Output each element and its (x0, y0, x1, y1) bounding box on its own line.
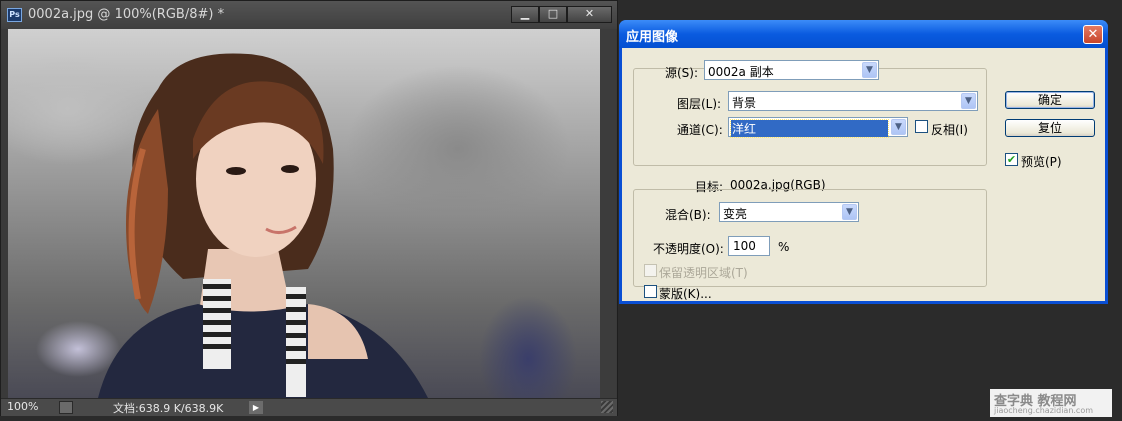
document-title: 0002a.jpg @ 100%(RGB/8#) * (28, 7, 225, 22)
source-select[interactable]: 0002a 副本 ▼ (704, 60, 879, 80)
chevron-down-icon: ▼ (891, 119, 906, 135)
status-menu-arrow-icon[interactable]: ▶ (249, 401, 263, 414)
site-watermark: 查字典 教程网 jiaocheng.chazidian.com (990, 389, 1112, 417)
blending-value: 变亮 (723, 207, 748, 221)
status-info-icon[interactable] (59, 401, 73, 414)
opacity-value: 100 (733, 239, 756, 253)
source-value: 0002a 副本 (708, 65, 774, 79)
maximize-icon: □ (547, 7, 559, 20)
canvas-image[interactable] (8, 29, 600, 398)
mask-checkbox[interactable] (644, 285, 657, 298)
preserve-transparency-label: 保留透明区域(T) (659, 266, 748, 280)
mask-label[interactable]: 蒙版(K)... (659, 285, 712, 302)
dialog-close-button[interactable]: ✕ (1083, 25, 1103, 44)
document-size-info: 文档:638.9 K/638.9K (113, 402, 224, 415)
dialog-body: 源(S): 0002a 副本 ▼ 图层(L): 背景 ▼ 通道(C): 洋红 ▼… (622, 48, 1105, 301)
checkmark-icon: ✔ (1006, 153, 1017, 166)
chevron-down-icon: ▼ (842, 204, 857, 220)
document-window: Ps 0002a.jpg @ 100%(RGB/8#) * ▁ □ ✕ 100%… (0, 0, 618, 416)
zoom-level-field[interactable]: 100% (7, 400, 38, 413)
opacity-unit: % (778, 240, 790, 254)
close-icon: ✕ (584, 7, 595, 20)
dialog-titlebar[interactable]: 应用图像 ✕ (619, 20, 1108, 48)
ok-button[interactable]: 确定 (1005, 91, 1095, 109)
layer-value: 背景 (732, 96, 757, 110)
invert-label: 反相(I) (931, 123, 968, 137)
channel-select[interactable]: 洋红 ▼ (728, 117, 908, 138)
close-icon: ✕ (1087, 27, 1099, 42)
photoshop-app-icon: Ps (7, 8, 22, 22)
opacity-label: 不透明度(O): (653, 242, 724, 256)
preserve-transparency-checkbox[interactable] (644, 264, 657, 277)
vertical-scrollbar[interactable] (600, 29, 616, 398)
blending-select[interactable]: 变亮 ▼ (719, 202, 859, 222)
preview-checkbox[interactable]: ✔ (1005, 153, 1018, 166)
dialog-title: 应用图像 (626, 30, 679, 45)
channel-value: 洋红 (730, 119, 889, 138)
layer-label: 图层(L): (677, 97, 722, 111)
layer-select[interactable]: 背景 ▼ (728, 91, 978, 111)
chevron-down-icon: ▼ (862, 62, 877, 78)
watermark-url: jiaocheng.chazidian.com (994, 406, 1094, 415)
resize-grip-icon[interactable] (601, 401, 613, 413)
minimize-icon: ▁ (520, 7, 530, 20)
maximize-button[interactable]: □ (539, 6, 567, 23)
minimize-button[interactable]: ▁ (511, 6, 539, 23)
apply-image-dialog: 应用图像 ✕ 源(S): 0002a 副本 ▼ 图层(L): 背景 ▼ 通道(C… (619, 20, 1108, 304)
invert-checkbox[interactable] (915, 120, 928, 133)
channel-label: 通道(C): (677, 123, 723, 137)
chevron-down-icon: ▼ (961, 93, 976, 109)
status-bar: 100% 文档:638.9 K/638.9K ▶ (1, 398, 617, 416)
reset-button[interactable]: 复位 (1005, 119, 1095, 137)
portrait-photo (98, 53, 428, 398)
opacity-input[interactable]: 100 (728, 236, 770, 256)
document-titlebar[interactable]: Ps 0002a.jpg @ 100%(RGB/8#) * ▁ □ ✕ (1, 1, 617, 29)
source-label: 源(S): (665, 66, 699, 80)
preview-label: 预览(P) (1021, 155, 1062, 169)
close-button[interactable]: ✕ (567, 6, 612, 23)
blending-label: 混合(B): (665, 208, 711, 222)
